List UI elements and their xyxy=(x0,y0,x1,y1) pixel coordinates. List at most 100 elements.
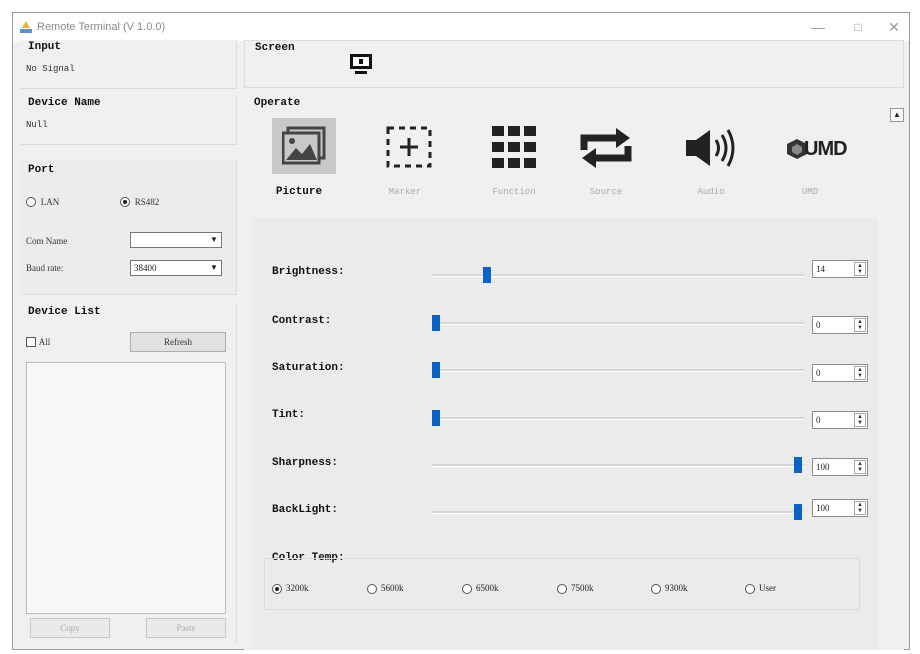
lan-label: LAN xyxy=(40,197,60,207)
all-checkbox-row[interactable]: All xyxy=(26,336,50,348)
copy-button[interactable]: Copy xyxy=(30,618,110,638)
spin-arrows-icon[interactable]: ▲ ▼ xyxy=(854,460,866,474)
radio-9300k[interactable] xyxy=(651,583,661,594)
minimize-button[interactable]: — xyxy=(803,17,833,37)
tint-value: 0 xyxy=(816,415,821,425)
brightness-label: Brightness: xyxy=(272,266,345,278)
brightness-spinbox[interactable]: 14 ▲ ▼ xyxy=(812,260,868,278)
tab-source-label[interactable]: Source xyxy=(571,187,641,197)
radio-5600k[interactable] xyxy=(367,583,377,594)
saturation-track[interactable] xyxy=(432,369,804,372)
speaker-icon[interactable] xyxy=(686,128,738,168)
source-cycle-icon[interactable] xyxy=(576,128,636,168)
tint-spinbox[interactable]: 0 ▲ ▼ xyxy=(812,411,868,429)
backlight-label: BackLight: xyxy=(272,504,339,516)
device-name-title: Device Name xyxy=(28,97,101,109)
brightness-value: 14 xyxy=(816,264,825,274)
backlight-track[interactable] xyxy=(432,511,804,514)
collapse-button[interactable]: ▲ xyxy=(890,108,904,122)
color-temp-6500k[interactable]: 6500k xyxy=(462,583,499,594)
tab-picture-label[interactable]: Picture xyxy=(264,186,334,198)
sharpness-spinbox[interactable]: 100 ▲ ▼ xyxy=(812,458,868,476)
operate-title: Operate xyxy=(254,97,301,109)
sharpness-track[interactable] xyxy=(432,464,804,467)
baud-rate-label: Baud rate: xyxy=(26,263,64,273)
brightness-thumb[interactable] xyxy=(482,267,491,283)
rs482-radio[interactable] xyxy=(120,197,130,208)
function-grid-icon[interactable] xyxy=(492,126,536,168)
label-6500k: 6500k xyxy=(476,583,499,593)
paste-button[interactable]: Paste xyxy=(146,618,226,638)
radio-user[interactable] xyxy=(745,583,755,594)
tint-label: Tint: xyxy=(272,409,306,421)
radio-6500k[interactable] xyxy=(462,583,472,594)
monitor-icon[interactable] xyxy=(349,53,373,75)
label-9300k: 9300k xyxy=(665,583,688,593)
screen-title: Screen xyxy=(255,42,295,54)
spin-arrows-icon[interactable]: ▲ ▼ xyxy=(854,413,866,427)
saturation-value: 0 xyxy=(816,368,821,378)
port-option-lan[interactable]: LAN xyxy=(26,196,59,208)
input-title: Input xyxy=(28,41,62,53)
tab-function-label[interactable]: Function xyxy=(479,187,549,197)
rs482-label: RS482 xyxy=(134,197,160,207)
color-temp-5600k[interactable]: 5600k xyxy=(367,583,404,594)
spin-arrows-icon[interactable]: ▲ ▼ xyxy=(854,262,866,276)
refresh-button[interactable]: Refresh xyxy=(130,332,226,352)
spin-arrows-icon[interactable]: ▲ ▼ xyxy=(854,318,866,332)
tint-track[interactable] xyxy=(432,417,804,420)
radio-7500k[interactable] xyxy=(557,583,567,594)
backlight-thumb[interactable] xyxy=(794,504,802,520)
tint-thumb[interactable] xyxy=(432,410,440,426)
device-name-value: Null xyxy=(26,120,48,130)
port-title: Port xyxy=(28,164,55,176)
tab-audio-label[interactable]: Audio xyxy=(676,187,746,197)
color-temp-9300k[interactable]: 9300k xyxy=(651,583,688,594)
all-label: All xyxy=(38,337,51,347)
contrast-value: 0 xyxy=(816,320,821,330)
device-list-group: Device List All Refresh Copy Paste xyxy=(20,304,237,644)
label-user: User xyxy=(759,583,776,593)
spin-arrows-icon[interactable]: ▲ ▼ xyxy=(854,501,866,515)
baud-rate-value: 38400 xyxy=(134,263,157,273)
marker-icon[interactable] xyxy=(386,126,432,168)
color-temp-7500k[interactable]: 7500k xyxy=(557,583,594,594)
screen-group: Screen xyxy=(244,40,904,88)
maximize-button[interactable]: □ xyxy=(843,17,873,37)
device-list-title: Device List xyxy=(28,306,101,318)
device-list-box[interactable] xyxy=(26,362,226,614)
com-name-label: Com Name xyxy=(26,236,68,246)
close-button[interactable]: ✕ xyxy=(879,17,909,37)
color-temp-user[interactable]: User xyxy=(745,583,776,594)
color-temp-3200k[interactable]: 3200k xyxy=(272,583,309,594)
dropdown-arrow-icon: ▼ xyxy=(210,263,218,272)
com-name-select[interactable]: ▼ xyxy=(130,232,222,248)
tab-picture[interactable] xyxy=(272,118,336,174)
label-3200k: 3200k xyxy=(286,583,309,593)
radio-3200k[interactable] xyxy=(272,583,282,594)
contrast-spinbox[interactable]: 0 ▲ ▼ xyxy=(812,316,868,334)
contrast-track[interactable] xyxy=(432,322,804,325)
spin-arrows-icon[interactable]: ▲ ▼ xyxy=(854,366,866,380)
backlight-spinbox[interactable]: 100 ▲ ▼ xyxy=(812,499,868,517)
saturation-thumb[interactable] xyxy=(432,362,440,378)
title-bar[interactable]: Remote Terminal (V 1.0.0) — □ ✕ xyxy=(13,13,909,41)
saturation-label: Saturation: xyxy=(272,362,345,374)
contrast-thumb[interactable] xyxy=(432,315,440,331)
dropdown-arrow-icon: ▼ xyxy=(210,235,218,244)
port-group: Port LAN RS482 Com Name ▼ Baud rate: 384… xyxy=(20,160,237,295)
baud-rate-select[interactable]: 38400 ▼ xyxy=(130,260,222,276)
sharpness-thumb[interactable] xyxy=(794,457,802,473)
saturation-spinbox[interactable]: 0 ▲ ▼ xyxy=(812,364,868,382)
sharpness-value: 100 xyxy=(816,462,830,472)
device-name-group: Device Name Null xyxy=(20,96,237,145)
umd-logo-text: UMD xyxy=(804,138,848,160)
port-option-rs482[interactable]: RS482 xyxy=(120,196,159,208)
umd-icon[interactable]: UMD xyxy=(786,136,848,164)
lan-radio[interactable] xyxy=(26,197,36,208)
all-checkbox[interactable] xyxy=(26,337,36,348)
tab-marker-label[interactable]: Marker xyxy=(370,187,440,197)
tab-umd-label[interactable]: UMD xyxy=(775,187,845,197)
sharpness-label: Sharpness: xyxy=(272,457,339,469)
contrast-label: Contrast: xyxy=(272,315,332,327)
